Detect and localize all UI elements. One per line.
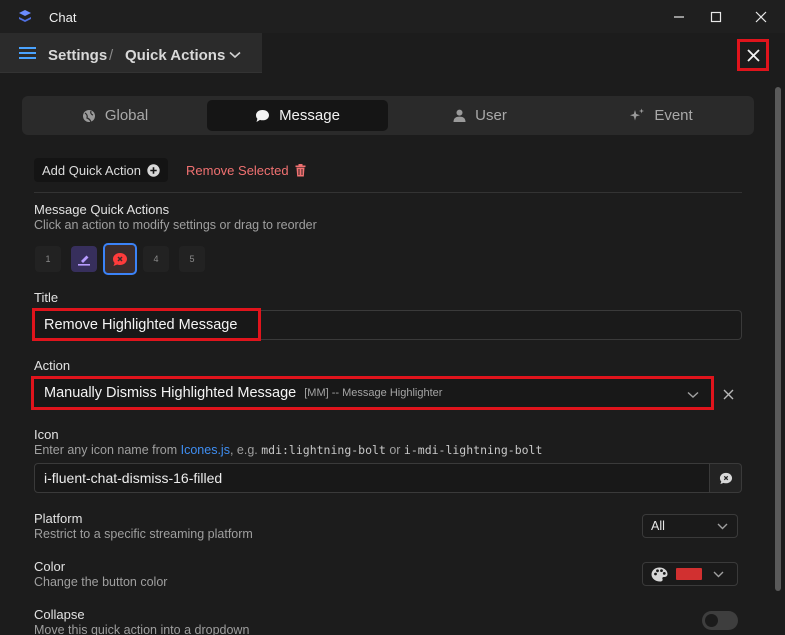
add-quick-action-button[interactable]: Add Quick Action (34, 158, 168, 182)
category-tabs: Global Message User Event (22, 96, 754, 135)
icon-input-value: i-fluent-chat-dismiss-16-filled (44, 470, 223, 486)
icon-label: Icon (34, 427, 59, 442)
icon-hint: Enter any icon name from Icones.js, e.g.… (34, 443, 542, 457)
add-quick-action-label: Add Quick Action (42, 162, 141, 178)
color-swatch (676, 568, 702, 580)
tab-global-label: Global (104, 107, 149, 124)
tab-user[interactable]: User (391, 100, 569, 131)
sparkle-icon (630, 108, 645, 121)
quick-actions-hint: Click an action to modify settings or dr… (34, 218, 317, 232)
action-select[interactable]: Manually Dismiss Highlighted Message [MM… (31, 376, 714, 410)
remove-selected-button[interactable]: Remove Selected (186, 158, 306, 182)
breadcrumb-settings[interactable]: Settings (48, 47, 107, 64)
close-icon (755, 11, 767, 22)
action-select-detail: [MM] -- Message Highlighter (304, 387, 443, 399)
color-picker[interactable] (642, 562, 738, 586)
close-icon (723, 389, 733, 399)
icon-hint-example-1: mdi:lightning-bolt (261, 443, 386, 457)
window-title: Chat (49, 10, 77, 25)
breadcrumb-quick-actions[interactable]: Quick Actions (125, 47, 225, 64)
close-settings-button[interactable] (737, 39, 769, 71)
platform-label: Platform (34, 511, 83, 526)
icon-input[interactable]: i-fluent-chat-dismiss-16-filled (34, 463, 710, 493)
palette-icon (651, 567, 668, 581)
title-input-value: Remove Highlighted Message (44, 316, 238, 333)
quick-action-slot-1[interactable]: 1 (35, 246, 61, 272)
action-select-value: Manually Dismiss Highlighted Message (44, 385, 297, 401)
chevron-down-icon[interactable] (229, 51, 241, 59)
window-titlebar: Chat (0, 0, 785, 33)
icones-link[interactable]: Icones.js (181, 443, 230, 457)
title-label: Title (34, 290, 59, 305)
highlighter-icon (78, 255, 90, 266)
tab-message[interactable]: Message (207, 100, 388, 131)
collapse-toggle[interactable] (702, 611, 738, 630)
chevron-down-icon (717, 523, 728, 530)
tab-global[interactable]: Global (26, 100, 204, 131)
maximize-icon (710, 11, 722, 22)
color-label: Color (34, 559, 66, 574)
slot-5-label: 5 (189, 254, 195, 264)
collapse-label: Collapse (34, 607, 85, 622)
menu-icon[interactable] (19, 46, 36, 60)
globe-icon (82, 109, 95, 122)
divider (34, 192, 742, 193)
slot-1-label: 1 (45, 254, 51, 264)
platform-select[interactable]: All (642, 514, 738, 538)
icon-hint-or: or (385, 443, 404, 457)
quick-actions-heading: Message Quick Actions (34, 202, 170, 217)
color-hint: Change the button color (34, 575, 168, 589)
tab-event-label: Event (654, 107, 693, 124)
slot-4-label: 4 (153, 254, 159, 264)
minimize-icon (674, 15, 684, 18)
quick-action-slot-3-selected[interactable] (103, 243, 137, 275)
chevron-down-icon (687, 391, 699, 398)
minimize-button[interactable] (660, 0, 698, 33)
remove-selected-label: Remove Selected (186, 162, 289, 178)
icon-hint-example-2: i-mdi-lightning-bolt (403, 443, 543, 457)
tab-user-label: User (475, 107, 507, 124)
trash-icon (295, 163, 306, 176)
quick-action-slot-4[interactable]: 4 (143, 246, 169, 272)
icon-preview (710, 463, 742, 493)
action-label: Action (34, 358, 71, 373)
quick-action-slot-2[interactable] (71, 246, 97, 272)
tab-message-label: Message (279, 107, 340, 124)
maximize-button[interactable] (697, 0, 735, 33)
chat-bubble-icon (256, 109, 270, 122)
collapse-hint: Move this quick action into a dropdown (34, 623, 250, 635)
quick-action-slot-5[interactable]: 5 (179, 246, 205, 272)
icon-hint-mid: , e.g. (229, 443, 262, 457)
app-logo-icon (19, 10, 31, 22)
chat-dismiss-icon (719, 472, 732, 484)
add-circle-icon (147, 163, 160, 177)
platform-select-value: All (651, 519, 665, 533)
header-spacer (262, 33, 785, 73)
window-close-button[interactable] (742, 0, 780, 33)
close-icon (746, 48, 760, 62)
icon-hint-prefix: Enter any icon name from (34, 443, 181, 457)
clear-action-button[interactable] (719, 385, 737, 403)
tab-event[interactable]: Event (572, 100, 750, 131)
collapse-toggle-knob (705, 614, 718, 627)
breadcrumb-separator: / (109, 47, 114, 64)
scrollbar-thumb[interactable] (775, 87, 781, 591)
scrollbar[interactable] (773, 75, 781, 635)
platform-hint: Restrict to a specific streaming platfor… (34, 527, 253, 541)
chevron-down-icon (713, 571, 724, 578)
title-input[interactable]: Remove Highlighted Message (32, 308, 261, 341)
user-icon (453, 109, 466, 122)
chat-dismiss-icon (113, 252, 127, 266)
